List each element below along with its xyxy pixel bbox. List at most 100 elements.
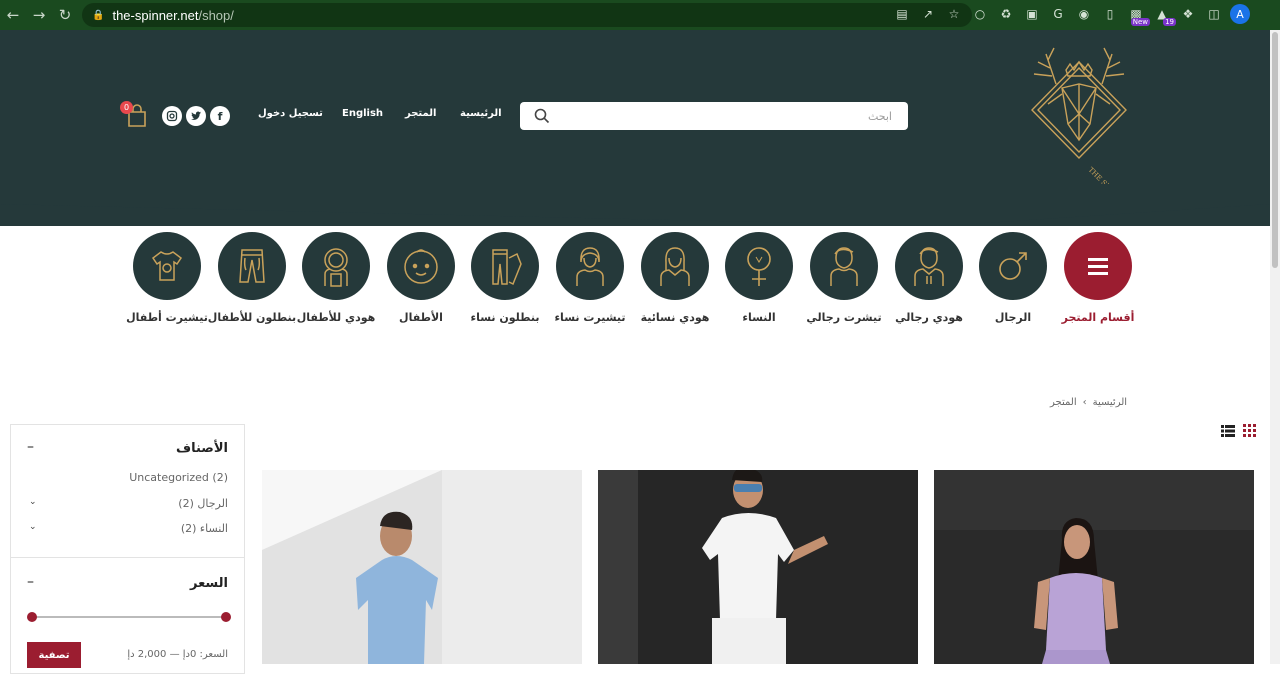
recycle-icon[interactable]: ♻ <box>996 4 1016 24</box>
category-label: بنطلون للأطفال <box>207 311 297 324</box>
google-translate-icon[interactable]: G <box>1048 4 1068 24</box>
price-range-track[interactable] <box>32 616 226 618</box>
category-women-tshirt[interactable]: تيشيرت نساء <box>554 232 626 326</box>
product-card-image[interactable] <box>934 470 1254 664</box>
category-label: الأطفال <box>399 311 443 324</box>
document-icon[interactable]: ▯ <box>1100 4 1120 24</box>
filter-button[interactable]: تصفية <box>27 642 81 668</box>
categories-widget-title: الأصناف <box>176 441 228 456</box>
category-label: النساء <box>742 311 776 324</box>
category-kids-tshirt[interactable]: تيشيرت أطفال <box>126 232 208 326</box>
list-view-icon[interactable] <box>1221 424 1235 438</box>
nav-english[interactable]: English <box>342 108 383 119</box>
collapse-price-icon[interactable]: – <box>27 574 34 590</box>
share-icon[interactable]: ↗ <box>918 4 938 24</box>
product-card-image[interactable] <box>262 470 582 664</box>
collapse-categories-icon[interactable]: – <box>27 439 34 455</box>
category-filter-uncategorized[interactable]: Uncategorized (2) <box>129 471 228 484</box>
kid-hoodie-icon <box>302 232 370 300</box>
camera-icon[interactable]: ▣ <box>1022 4 1042 24</box>
category-women-pants[interactable]: بنطلون نساء <box>470 232 540 326</box>
profile-avatar[interactable]: A <box>1230 4 1250 24</box>
woman-tshirt-icon <box>556 232 624 300</box>
back-icon[interactable]: ← <box>0 0 26 30</box>
scrollbar-thumb[interactable] <box>1272 32 1278 268</box>
grid-view-icon[interactable] <box>1243 424 1256 437</box>
baby-face-icon <box>387 232 455 300</box>
search-box[interactable]: ابحث <box>520 102 908 130</box>
address-bar[interactable]: 🔒 the-spinner.net/shop/ <box>82 3 972 27</box>
page-scrollbar[interactable] <box>1270 30 1280 664</box>
hamburger-icon <box>1064 232 1132 300</box>
search-input[interactable]: ابحث <box>868 110 892 123</box>
category-kids-pants[interactable]: بنطلون للأطفال <box>208 232 296 326</box>
category-label: تيشيرت نساء <box>554 311 626 324</box>
browser-toolbar: ← → ↻ 🔒 the-spinner.net/shop/ ▤ ↗ ☆ ○ ♻ … <box>0 0 1280 30</box>
chevron-down-icon[interactable]: ⌄ <box>29 497 37 507</box>
instagram-icon[interactable] <box>162 106 182 126</box>
header-wave <box>0 200 1270 226</box>
female-symbol-icon <box>725 232 793 300</box>
category-men[interactable]: الرجال <box>978 232 1048 326</box>
nav-shop[interactable]: المتجر <box>405 108 436 119</box>
forward-icon[interactable]: → <box>26 0 52 30</box>
category-women-hoodie[interactable]: هودي نسائية <box>640 232 710 326</box>
woman-hoodie-icon <box>641 232 709 300</box>
category-label: بنطلون نساء <box>470 311 540 324</box>
nav-home[interactable]: الرئيسية <box>460 108 502 119</box>
price-range-text: السعر: 0دإ — 2,000 دإ <box>127 649 228 660</box>
category-filter-women[interactable]: النساء (2) <box>181 522 228 535</box>
nav-login[interactable]: تسجيل دخول <box>258 108 323 119</box>
search-icon[interactable] <box>534 108 550 124</box>
category-label: هودي رجالي <box>895 311 963 324</box>
translate-icon[interactable]: ▤ <box>892 4 912 24</box>
facebook-icon[interactable]: f <box>210 106 230 126</box>
pants-icon <box>471 232 539 300</box>
breadcrumb-current: المتجر <box>1050 397 1077 408</box>
sidepanel-icon[interactable]: ◫ <box>1204 4 1224 24</box>
site-logo[interactable]: THE SPINNER <box>1026 44 1132 184</box>
divider <box>11 557 244 558</box>
product-photo-man-white-outfit[interactable] <box>598 470 918 664</box>
man-tshirt-icon <box>810 232 878 300</box>
chevron-down-icon[interactable]: ⌄ <box>29 522 37 532</box>
globe-icon[interactable]: ○ <box>970 4 990 24</box>
product-card-image[interactable] <box>598 470 918 664</box>
new-extension-icon[interactable]: ▩ New <box>1126 4 1150 26</box>
category-shop-sections[interactable]: أقسام المتجر <box>1062 232 1134 326</box>
category-label: تيشيرت أطفال <box>126 311 208 324</box>
graduation-cap-icon[interactable]: ▲ 19 <box>1152 4 1176 26</box>
product-photo-man-blue-tshirt[interactable] <box>262 470 582 664</box>
price-widget-title: السعر <box>190 576 228 591</box>
price-range-max-handle[interactable] <box>221 612 231 622</box>
category-men-hoodie[interactable]: هودي رجالي <box>894 232 964 326</box>
category-kids-hoodie[interactable]: هودي للأطفال <box>297 232 375 326</box>
puzzle-icon[interactable]: ❖ <box>1178 4 1198 24</box>
price-range-min-handle[interactable] <box>27 612 37 622</box>
twitter-icon[interactable] <box>186 106 206 126</box>
shop-sidebar: الأصناف – Uncategorized (2) الرجال (2) ⌄… <box>10 424 245 674</box>
cart-count-badge: 0 <box>120 101 133 114</box>
url-text: the-spinner.net/shop/ <box>112 7 234 23</box>
breadcrumb-separator: › <box>1082 397 1087 408</box>
lock-icon: 🔒 <box>92 9 105 21</box>
category-label: الرجال <box>994 311 1032 324</box>
reload-icon[interactable]: ↻ <box>52 0 78 30</box>
category-kids[interactable]: الأطفال <box>386 232 456 326</box>
category-label: هودي نسائية <box>640 311 710 324</box>
category-label: تيشرت رجالي <box>806 311 882 324</box>
breadcrumb-home[interactable]: الرئيسية <box>1093 397 1127 408</box>
male-symbol-icon <box>979 232 1047 300</box>
kid-pants-icon <box>218 232 286 300</box>
category-men-tshirt[interactable]: تيشرت رجالي <box>806 232 882 326</box>
breadcrumb: الرئيسية › المتجر <box>1050 397 1127 408</box>
star-icon[interactable]: ☆ <box>944 4 964 24</box>
category-women[interactable]: النساء <box>724 232 794 326</box>
svg-text:THE SPINNER: THE SPINNER <box>1087 166 1131 184</box>
man-hoodie-icon <box>895 232 963 300</box>
category-filter-men[interactable]: الرجال (2) <box>178 497 228 510</box>
grammarly-icon[interactable]: ◉ <box>1074 4 1094 24</box>
cart-button[interactable]: 0 <box>120 101 148 128</box>
category-label: أقسام المتجر <box>1061 311 1135 324</box>
product-photo-woman-lavender-set[interactable] <box>934 470 1254 664</box>
